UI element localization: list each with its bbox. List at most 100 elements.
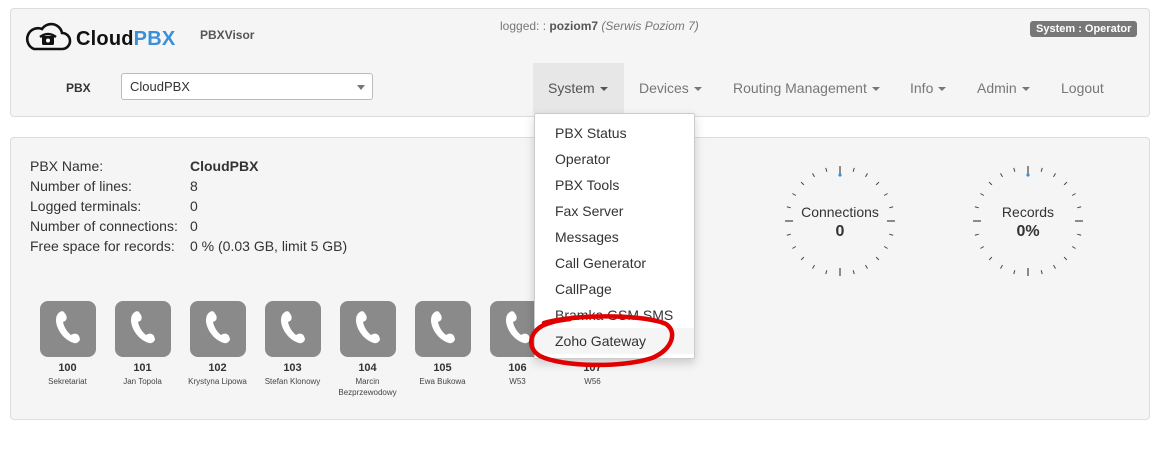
- phone-icon: [54, 310, 82, 349]
- gauge-tick: [1040, 270, 1043, 275]
- phone-icon: [204, 310, 232, 349]
- gauge-tick: [1063, 256, 1068, 261]
- phone-icon: [129, 310, 157, 349]
- info-value: CloudPBX: [190, 158, 259, 174]
- extension-item[interactable]: 101 Jan Topola: [105, 301, 180, 387]
- extension-tile[interactable]: [264, 301, 321, 357]
- phone-icon: [354, 310, 382, 349]
- nav-admin[interactable]: Admin: [962, 63, 1045, 113]
- gauge-tick: [980, 246, 985, 249]
- info-key: Free space for records:: [30, 238, 175, 254]
- menu-item-pbx-tools[interactable]: PBX Tools: [535, 172, 694, 198]
- menu-item-fax-server[interactable]: Fax Server: [535, 198, 694, 224]
- phone-icon: [429, 310, 457, 349]
- extension-tile[interactable]: [189, 301, 246, 357]
- nav-system[interactable]: System: [533, 63, 624, 113]
- extension-tile[interactable]: [114, 301, 171, 357]
- gauge-tick: [1063, 181, 1068, 186]
- role-badge: System : Operator: [1030, 21, 1138, 37]
- gauge-tick: [988, 181, 993, 186]
- menu-item-zoho-gateway[interactable]: Zoho Gateway: [535, 328, 694, 354]
- extension-name: Sekretariat: [48, 377, 87, 386]
- gauge-tick: [865, 264, 868, 269]
- extension-item[interactable]: 103 Stefan Klonowy: [255, 301, 330, 387]
- gauge-tick: [883, 193, 888, 196]
- gauge-tick: [1013, 270, 1016, 275]
- gauge-tick: [865, 173, 868, 178]
- menu-item-callpage[interactable]: CallPage: [535, 276, 694, 302]
- pbx-select[interactable]: CloudPBX: [121, 73, 373, 100]
- menu-item-pbx-status[interactable]: PBX Status: [535, 120, 694, 146]
- extension-number: 106: [508, 362, 527, 374]
- extension-name: W53: [509, 377, 526, 386]
- info-value: 0: [190, 198, 198, 214]
- menu-item-messages[interactable]: Messages: [535, 224, 694, 250]
- gauge-label: Connections: [801, 204, 879, 220]
- menu-item-bramka-gsm-sms[interactable]: Bramka GSM SMS: [535, 302, 694, 328]
- pbx-label: PBX: [66, 81, 91, 95]
- gauge-tick: [800, 256, 805, 261]
- extension-name: Stefan Klonowy: [264, 377, 321, 386]
- system-dropdown-menu: PBX Status Operator PBX Tools Fax Server…: [534, 113, 695, 359]
- extension-number: 105: [433, 362, 452, 374]
- gauge-tick: [825, 167, 828, 172]
- gauge-value: 0: [835, 223, 845, 240]
- gauge-tick: [1000, 173, 1003, 178]
- extension-number: 101: [133, 362, 152, 374]
- nav-routing-management[interactable]: Routing Management: [718, 63, 895, 113]
- phone-icon: [279, 310, 307, 349]
- nav-devices[interactable]: Devices: [624, 63, 717, 113]
- extension-item[interactable]: 100 Sekretariat: [30, 301, 105, 387]
- gauge-tick: [1053, 264, 1056, 269]
- gauge-tick: [1013, 167, 1016, 172]
- gauge-tick: [812, 173, 815, 178]
- logged-user-info: logged: : poziom7 (Serwis Poziom 7): [500, 19, 699, 33]
- extension-item[interactable]: 104 Marcin Bezprzewodowy: [330, 301, 405, 398]
- caret-down-icon: [938, 87, 947, 92]
- nav-logout[interactable]: Logout: [1046, 63, 1119, 113]
- gauge-connections: Connections 0: [784, 165, 896, 277]
- extension-tile[interactable]: [39, 301, 96, 357]
- logged-prefix: logged: :: [500, 19, 547, 33]
- gauge-value: 0%: [1016, 223, 1040, 240]
- gauge-tick: [800, 181, 805, 186]
- extension-name: Marcin Bezprzewodowy: [338, 377, 397, 397]
- gauge-dial: [973, 166, 1083, 276]
- extension-number: 102: [208, 362, 227, 374]
- gauge-label: Records: [1001, 204, 1055, 220]
- gauge-tick: [875, 181, 880, 186]
- extension-item[interactable]: 102 Krystyna Lipowa: [180, 301, 255, 387]
- menu-item-call-generator[interactable]: Call Generator: [535, 250, 694, 276]
- nav-info-label: Info: [910, 80, 934, 96]
- brand-part-1: Cloud: [76, 28, 134, 50]
- nav-routing-label: Routing Management: [733, 80, 867, 96]
- phone-icon: [504, 310, 532, 349]
- user-description: (Serwis Poziom 7): [601, 19, 699, 33]
- gauge-tick: [792, 246, 797, 249]
- menu-item-operator[interactable]: Operator: [535, 146, 694, 172]
- info-key: Number of lines:: [30, 178, 132, 194]
- info-key: Number of connections:: [30, 218, 178, 234]
- gauge-tick: [852, 270, 855, 275]
- gauge-marker: [1026, 173, 1030, 177]
- caret-down-icon: [599, 87, 608, 92]
- brand-name: CloudPBX: [76, 28, 175, 51]
- info-value: 0: [190, 218, 198, 234]
- gauge-tick: [988, 256, 993, 261]
- nav-info[interactable]: Info: [895, 63, 961, 113]
- gauge-tick: [883, 246, 888, 249]
- info-value: 8: [190, 178, 198, 194]
- gauge-marker: [838, 173, 842, 177]
- logo[interactable]: CloudPBX: [24, 22, 175, 57]
- pbx-select-value: CloudPBX: [130, 79, 190, 94]
- nav-system-label: System: [548, 80, 595, 96]
- extension-tile[interactable]: [339, 301, 396, 357]
- extension-tile[interactable]: [414, 301, 471, 357]
- caret-down-icon: [871, 87, 880, 92]
- gauge-tick: [980, 193, 985, 196]
- extension-item[interactable]: 105 Ewa Bukowa: [405, 301, 480, 387]
- info-key: PBX Name:: [30, 158, 104, 174]
- gauge-tick: [1071, 193, 1076, 196]
- info-value: 0 % (0.03 GB, limit 5 GB): [190, 238, 348, 254]
- gauge-tick: [792, 193, 797, 196]
